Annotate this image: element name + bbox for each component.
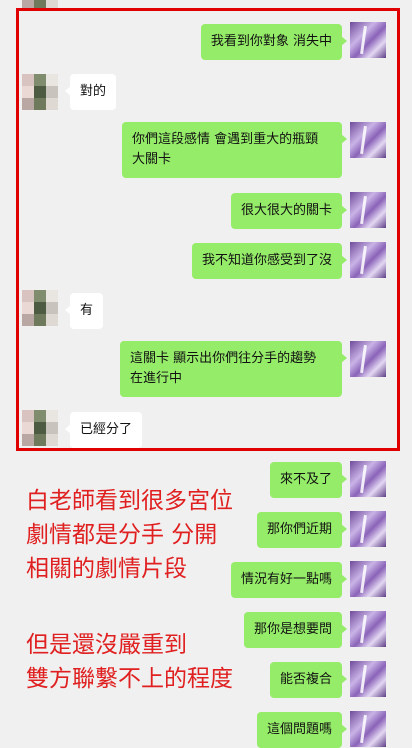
message-text: 來不及了 [279, 472, 332, 487]
message-bubble[interactable]: 情況有好一點嗎 [230, 562, 348, 598]
message-text: 那你們近期 [266, 522, 332, 537]
annotation-line: 但是還沒嚴重到 [26, 632, 187, 658]
annotation-block-2: 但是還沒嚴重到 雙方聯繫不上的程度 [26, 628, 233, 696]
avatar[interactable] [350, 561, 386, 597]
annotation-line: 相關的劇情片段 [26, 556, 187, 582]
message-bubble[interactable]: 能否複合 [269, 662, 348, 698]
avatar[interactable] [350, 661, 386, 697]
avatar[interactable] [22, 0, 58, 8]
message-bubble[interactable]: 那你是想要問 [243, 612, 348, 648]
message-bubble[interactable]: 來不及了 [269, 462, 348, 498]
message-text: 這個問題嗎 [266, 722, 332, 737]
avatar[interactable] [350, 611, 386, 647]
message-bubble[interactable]: 那你們近期 [256, 512, 348, 548]
message-text: 能否複合 [279, 672, 332, 687]
avatar[interactable] [350, 461, 386, 497]
highlight-box [16, 8, 400, 451]
annotation-line: 劇情都是分手 分開 [26, 522, 218, 548]
message-text: 那你是想要問 [253, 622, 332, 637]
message-bubble[interactable]: 這個問題嗎 [256, 712, 348, 748]
message-text: 情況有好一點嗎 [240, 572, 332, 587]
avatar[interactable] [350, 511, 386, 547]
annotation-line: 雙方聯繫不上的程度 [26, 666, 233, 692]
annotation-line: 白老師看到很多宮位 [26, 488, 233, 514]
annotation-block-1: 白老師看到很多宮位 劇情都是分手 分開 相關的劇情片段 [26, 484, 233, 586]
